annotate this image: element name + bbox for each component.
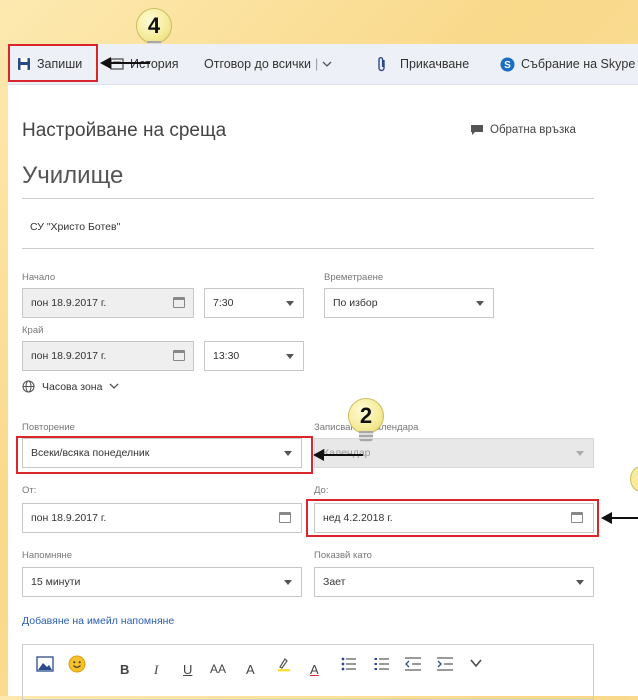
feedback-label: Обратна връзка [490, 124, 576, 136]
end-date-field[interactable]: пон 18.9.2017 г. [22, 341, 194, 371]
reply-all-button[interactable]: Отговор до всички | [204, 54, 332, 74]
arrow-step-2-head [313, 449, 324, 461]
skype-meeting-button[interactable]: S Събрание на Skype [500, 54, 635, 74]
increase-indent-icon[interactable] [436, 657, 454, 671]
skype-label: Събрание на Skype [521, 57, 636, 71]
attach-label: Прикачване [400, 57, 470, 71]
body-editor[interactable] [22, 644, 594, 700]
callout-bulb-step-2: 2 [346, 398, 386, 444]
chevron-down-icon [476, 301, 484, 306]
callout-number-4: 4 [147, 13, 161, 38]
chevron-down-icon[interactable] [470, 659, 482, 668]
insert-picture-icon[interactable] [36, 656, 54, 672]
chevron-down-icon [576, 580, 584, 585]
bullet-list-icon[interactable] [341, 657, 357, 671]
calendar-icon[interactable] [173, 350, 185, 361]
start-time-select[interactable]: 7:30 [204, 288, 304, 318]
location-field[interactable]: СУ "Христо Ботев" [22, 209, 594, 249]
start-date-field[interactable]: пон 18.9.2017 г. [22, 288, 194, 318]
from-date-field[interactable]: пон 18.9.2017 г. [22, 503, 302, 533]
show-as-label: Показвй като [314, 550, 372, 561]
end-time-select[interactable]: 13:30 [204, 341, 304, 371]
reply-all-divider: | [314, 57, 319, 71]
start-label: Начало [22, 272, 56, 283]
arrow-step-2-line [323, 454, 363, 456]
repeat-label: Повторение [22, 422, 75, 433]
chevron-down-icon [109, 383, 119, 389]
event-form-panel: Запиши История Отговор до всички | Прика… [8, 44, 638, 700]
chevron-down-icon [286, 354, 294, 359]
arrow-step-4-line [110, 62, 150, 64]
emoji-icon[interactable] [68, 655, 86, 673]
globe-icon [22, 380, 35, 393]
font-size-button[interactable]: AA [210, 662, 226, 676]
highlight-icon[interactable] [276, 656, 292, 672]
chevron-down-icon [286, 301, 294, 306]
feedback-icon [471, 125, 483, 135]
timezone-toggle[interactable]: Часова зона [22, 380, 119, 393]
underline-button[interactable]: U [183, 662, 192, 677]
screenshot-root: { "toolbar": { "save_label": "Запиши", "… [0, 0, 638, 700]
chevron-down-icon[interactable] [322, 60, 332, 68]
numbered-list-icon[interactable] [374, 657, 390, 671]
show-as-select[interactable]: Зает [314, 567, 594, 597]
add-email-reminder-link[interactable]: Добавяне на имейл напомняне [22, 615, 174, 627]
bulb-base [359, 431, 373, 442]
reminder-label: Напомняне [22, 550, 73, 561]
duration-select[interactable]: По избор [324, 288, 494, 318]
end-label: Край [22, 325, 44, 336]
end-time-value: 13:30 [213, 350, 240, 362]
reply-all-label: Отговор до всички [204, 57, 311, 71]
end-date-value: пон 18.9.2017 г. [31, 350, 107, 362]
save-to-calendar-value: Календар [323, 447, 371, 459]
start-date-value: пон 18.9.2017 г. [31, 297, 107, 309]
arrow-step-4-head [100, 57, 111, 69]
callout-number-2: 2 [359, 403, 373, 428]
font-color-button[interactable]: A [310, 662, 319, 677]
highlight-box-save [8, 44, 98, 82]
calendar-icon[interactable] [279, 512, 291, 523]
show-as-value: Зает [323, 576, 346, 588]
highlight-box-end-date [306, 499, 599, 537]
to-label: До: [314, 485, 329, 496]
history-label: История [130, 57, 179, 71]
arrow-end-date-line [612, 517, 638, 519]
from-label: От: [22, 485, 37, 496]
bold-button[interactable]: B [120, 662, 129, 677]
start-time-value: 7:30 [213, 297, 234, 309]
history-icon [110, 58, 124, 70]
highlight-box-repeat [16, 436, 313, 474]
timezone-label: Часова зона [42, 380, 103, 393]
calendar-icon[interactable] [173, 297, 185, 308]
from-date-value: пон 18.9.2017 г. [31, 512, 107, 524]
chevron-down-icon [284, 580, 292, 585]
duration-label: Времетраене [324, 272, 384, 283]
attach-button[interactable]: Прикачване [376, 54, 469, 74]
grow-font-button[interactable]: A [246, 662, 255, 677]
reminder-value: 15 минути [31, 576, 81, 588]
feedback-link[interactable]: Обратна връзка [470, 124, 576, 136]
chevron-down-icon [576, 451, 584, 456]
decrease-indent-icon[interactable] [404, 657, 422, 671]
arrow-end-date-head [601, 512, 612, 524]
history-button[interactable]: История [110, 54, 178, 74]
reminder-select[interactable]: 15 минути [22, 567, 302, 597]
duration-value: По избор [333, 297, 378, 309]
italic-button[interactable]: I [154, 662, 158, 678]
svg-text:S: S [504, 60, 511, 71]
paperclip-icon [378, 57, 385, 72]
page-title: Настройване на среща [22, 120, 227, 141]
subject-field[interactable]: Училище [22, 162, 594, 199]
skype-icon: S [500, 57, 515, 71]
